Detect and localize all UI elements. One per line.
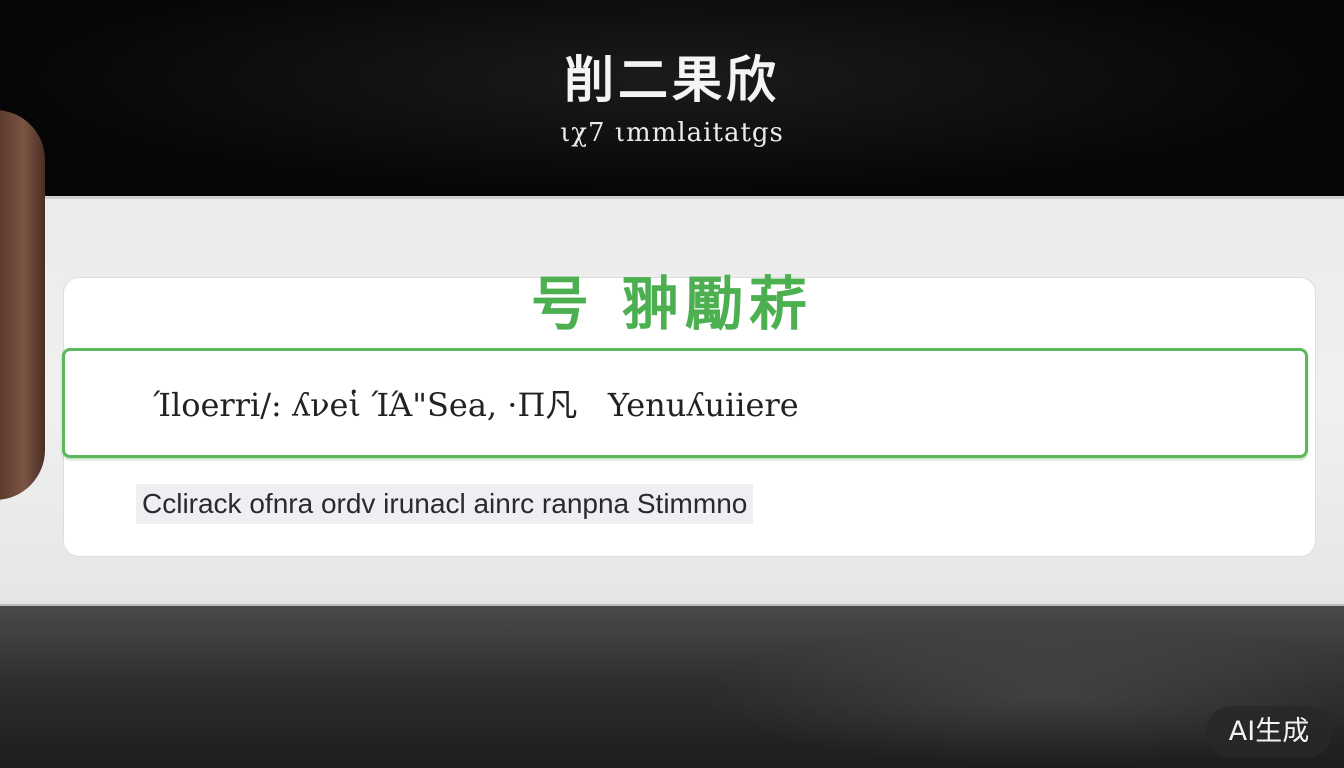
screen: 削二果欣 ιχ7 ιmmlaitatgs 号 翀勵菥 Cclirack ofnr… [0, 0, 1344, 768]
content-panel: 号 翀勵菥 Cclirack ofnra ordv irunacl ainrc … [0, 196, 1344, 606]
finger-overlay [0, 110, 45, 500]
bottom-band [0, 606, 1344, 768]
page-subtitle: ιχ7 ιmmlaitatgs [560, 118, 784, 148]
input-caption: Cclirack ofnra ordv irunacl ainrc ranpna… [136, 484, 754, 524]
card-heading: 号 翀勵菥 [530, 270, 814, 338]
page-title: 削二果欣 [564, 51, 780, 109]
header-band: 削二果欣 ιχ7 ιmmlaitatgs [0, 0, 1344, 196]
ai-generated-badge: AI生成 [1206, 706, 1332, 758]
search-input[interactable] [62, 348, 1308, 458]
